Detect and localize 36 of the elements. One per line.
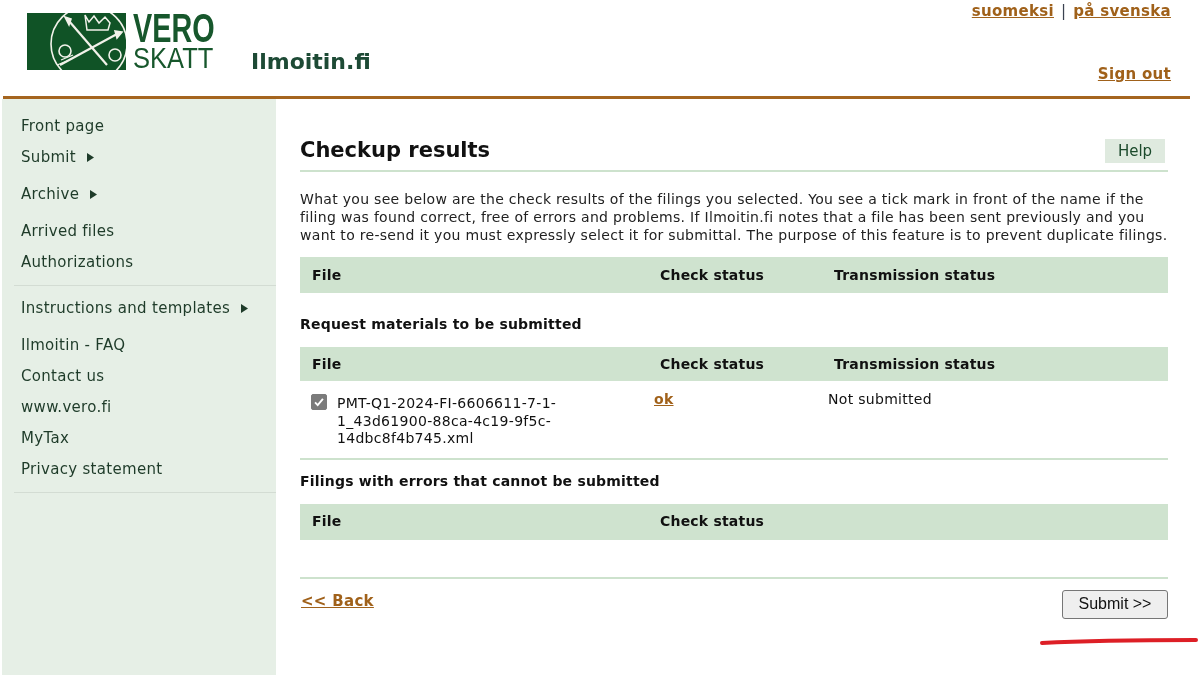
sidebar-link[interactable]: Authorizations: [21, 251, 134, 274]
column-header: Check status: [659, 512, 766, 531]
help-button[interactable]: Help: [1105, 139, 1165, 163]
sidebar-link[interactable]: Archive: [21, 183, 98, 206]
sidebar-link[interactable]: Submit: [21, 146, 94, 169]
language-separator: |: [1060, 2, 1067, 20]
sidebar-link[interactable]: www.vero.fi: [21, 396, 112, 419]
column-header: Check status: [659, 354, 766, 374]
column-header: Transmission status: [833, 354, 997, 374]
sign-out-link[interactable]: Sign out: [1097, 65, 1171, 83]
logo-text: SKATT: [133, 46, 214, 70]
column-header: File: [311, 265, 343, 285]
sidebar-link[interactable]: Arrived files: [21, 220, 115, 243]
intro-text: What you see below are the check results of the filings you selected. You see a tick mark in front of the name if the filing was found correct, free of errors and problems. If Ilmoitin.fi notes that a file has been sent previously and you want to re-send it you must expressly select it for submittal. The purpose of this feature is to prevent duplicate filings.: [300, 190, 1168, 244]
sidebar-link[interactable]: Contact us: [21, 365, 105, 388]
column-header: Transmission status: [833, 265, 997, 285]
column-header: File: [311, 354, 343, 374]
sidebar-link[interactable]: Front page: [21, 115, 105, 138]
submit-button[interactable]: Submit >>: [1062, 589, 1168, 619]
sidebar-link[interactable]: MyTax: [21, 427, 70, 450]
column-header: File: [311, 512, 343, 531]
transmission-status: Not submitted: [828, 391, 932, 407]
emblem-icon: [27, 13, 126, 70]
sidebar-link[interactable]: Privacy statement: [21, 458, 163, 481]
logo-text: VERO: [133, 13, 215, 43]
back-link[interactable]: << Back: [301, 587, 374, 614]
file-name: PMT-Q1-2024-FI-6606611-7-1-1_43d61900-88ca-4c19-9f5c-14dbc8f4b745.xml: [337, 395, 558, 448]
language-link[interactable]: suomeksi: [971, 2, 1054, 20]
sidebar-link[interactable]: Ilmoitin - FAQ: [21, 334, 126, 357]
site-title: Ilmoitin.fi: [251, 49, 371, 75]
sidebar-link[interactable]: Instructions and templates: [21, 297, 249, 320]
page-title: Checkup results: [300, 138, 491, 163]
section-heading: Request materials to be submitted: [300, 315, 583, 333]
language-link[interactable]: på svenska: [1073, 2, 1171, 20]
section-heading: Filings with errors that cannot be submitted: [300, 471, 661, 490]
column-header: Check status: [659, 265, 766, 285]
